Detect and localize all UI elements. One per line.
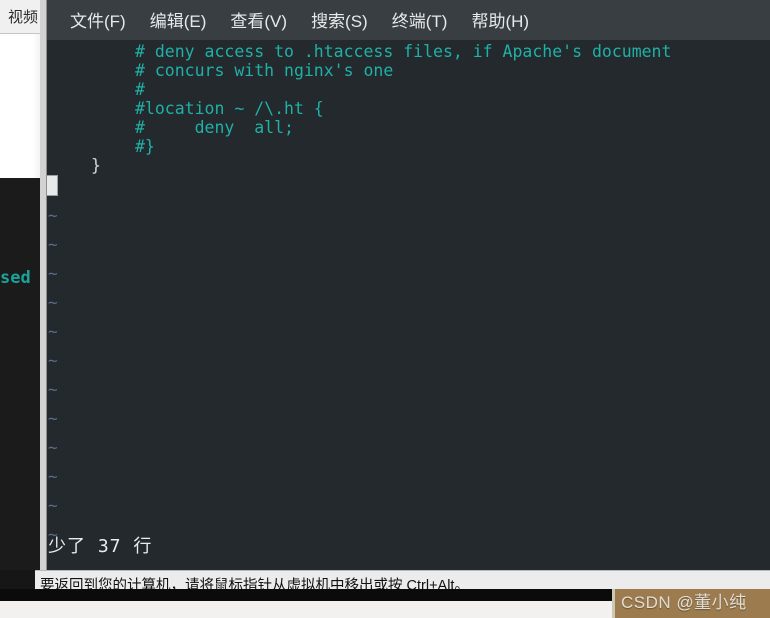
tilde-marker: ~ bbox=[48, 293, 58, 312]
code-line: #} bbox=[135, 137, 155, 156]
code-line: # concurs with nginx's one bbox=[135, 61, 394, 80]
tilde-marker: ~ bbox=[48, 264, 58, 283]
menu-item-help[interactable]: 帮助(H) bbox=[459, 5, 541, 36]
tilde-marker: ~ bbox=[48, 380, 58, 399]
vim-status-message: 少了 37 行 bbox=[48, 536, 153, 557]
menu-item-view[interactable]: 查看(V) bbox=[218, 5, 299, 36]
background-terminal-strip bbox=[0, 178, 40, 570]
terminal-menubar: 文件(F) 编辑(E) 查看(V) 搜索(S) 终端(T) 帮助(H) bbox=[47, 0, 770, 40]
text-cursor bbox=[47, 175, 58, 196]
tilde-marker: ~ bbox=[48, 235, 58, 254]
tilde-marker: ~ bbox=[48, 496, 58, 515]
code-line: #location ~ /\.ht { bbox=[135, 99, 324, 118]
code-line: } bbox=[91, 156, 101, 175]
code-line: # deny access to .htaccess files, if Apa… bbox=[135, 42, 672, 61]
host-desktop-wallpaper-edge bbox=[612, 589, 615, 618]
code-line: # deny all; bbox=[135, 118, 294, 137]
menu-item-file[interactable]: 文件(F) bbox=[58, 5, 138, 36]
host-desktop-dark-band bbox=[0, 589, 612, 601]
tilde-marker: ~ bbox=[48, 206, 58, 225]
menu-item-search[interactable]: 搜索(S) bbox=[299, 5, 380, 36]
background-terminal-text: sed bbox=[0, 268, 31, 288]
menu-item-terminal[interactable]: 终端(T) bbox=[380, 5, 460, 36]
host-panel-tab-label: 视频 bbox=[7, 9, 38, 26]
menu-item-edit[interactable]: 编辑(E) bbox=[138, 5, 219, 36]
host-desktop-wallpaper-corner bbox=[612, 589, 770, 618]
tilde-marker: ~ bbox=[48, 351, 58, 370]
tilde-marker: ~ bbox=[48, 322, 58, 341]
vim-editor-area[interactable]: # deny access to .htaccess files, if Apa… bbox=[47, 40, 770, 570]
vm-window-left-border bbox=[40, 0, 47, 570]
code-line: # bbox=[135, 80, 145, 99]
tilde-marker: ~ bbox=[48, 438, 58, 457]
tilde-marker: ~ bbox=[48, 467, 58, 486]
terminal-window: 文件(F) 编辑(E) 查看(V) 搜索(S) 终端(T) 帮助(H) # de… bbox=[47, 0, 770, 570]
tilde-marker: ~ bbox=[48, 409, 58, 428]
screenshot-root: 视频 sed 文件(F) 编辑(E) 查看(V) 搜索(S) 终端(T) 帮助(… bbox=[0, 0, 770, 618]
